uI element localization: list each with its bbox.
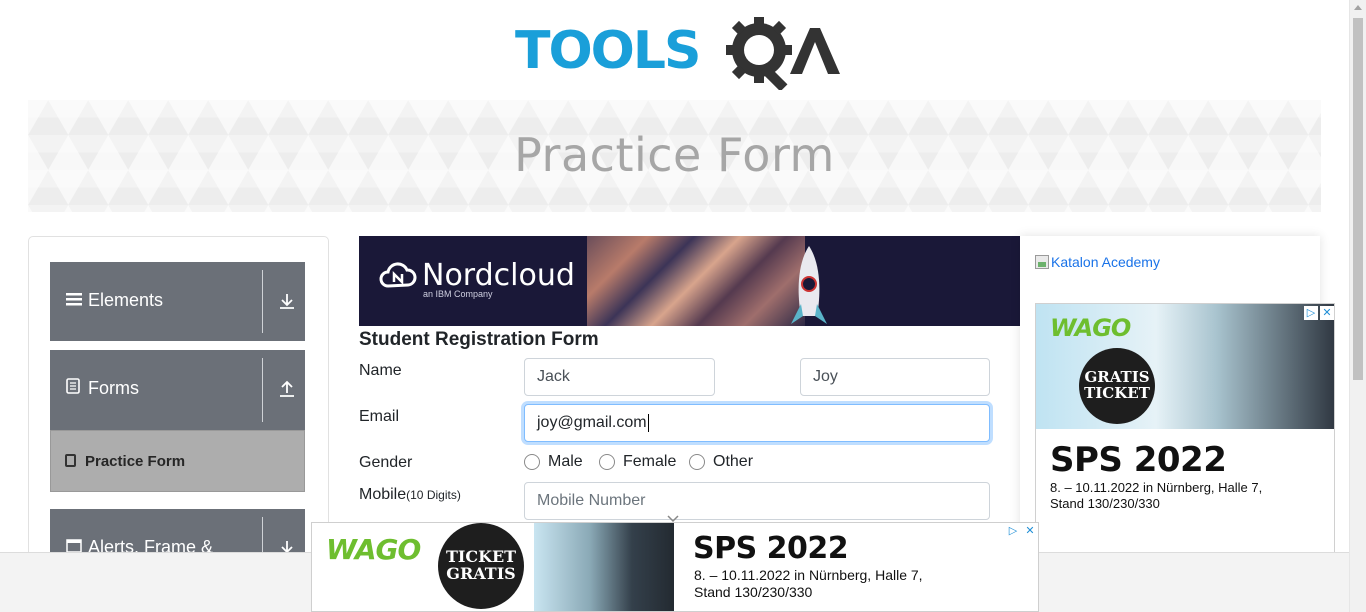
ticket-badge: GRATIS TICKET [1079, 348, 1155, 424]
mobile-hint: (10 Digits) [406, 488, 461, 502]
wago-logo: WAGO [326, 533, 421, 566]
adchoices-icon[interactable]: ▷ [1006, 524, 1020, 538]
svg-text:TOOLS: TOOLS [515, 21, 699, 81]
last-name-input[interactable]: Joy [800, 358, 990, 396]
email-label: Email [359, 408, 400, 425]
form-doc-icon [66, 378, 82, 399]
page-title: Practice Form [514, 128, 835, 182]
ad-line-2: Stand 130/230/330 [694, 584, 813, 600]
vertical-scrollbar[interactable] [1349, 0, 1366, 612]
wago-side-ad[interactable]: WAGO GRATIS TICKET SPS 2022 8. – 10.11.2… [1035, 303, 1335, 563]
sidebar-item-label: Practice Form [85, 453, 186, 470]
link-text: Katalon Acedemy [1051, 254, 1160, 270]
mobile-label: Mobile(10 Digits) [359, 486, 461, 504]
adchoices-icon[interactable]: ▷ [1304, 306, 1318, 320]
sidebar-group-label: Forms [88, 378, 139, 398]
mobile-label-text: Mobile [359, 486, 407, 503]
ad-title: SPS 2022 [693, 531, 849, 566]
wago-logo: WAGO [1050, 314, 1131, 342]
form-doc-icon [65, 454, 76, 467]
left-sidebar: Elements Forms Practice Form Alerts, Fra… [28, 236, 329, 566]
ad-line-1: 8. – 10.11.2022 in Nürnberg, Halle 7, [1050, 480, 1263, 495]
toolsqa-logo-graphic: TOOLS [515, 17, 840, 92]
radio-label: Female [623, 453, 677, 470]
radio-circle [524, 454, 540, 470]
gender-radio-female[interactable]: Female [599, 453, 676, 471]
radio-label: Other [713, 453, 754, 470]
scroll-up-icon[interactable] [1354, 5, 1362, 10]
wago-bottom-ad[interactable]: WAGO TICKET GRATIS SPS 2022 8. – 10.11.2… [311, 522, 1039, 612]
mobile-input[interactable]: Mobile Number [524, 482, 990, 520]
radio-circle [689, 454, 705, 470]
sidebar-group-label: Elements [88, 290, 164, 310]
form-title: Student Registration Form [359, 329, 599, 350]
sidebar-group-elements[interactable]: Elements [50, 262, 305, 341]
email-input[interactable]: joy@gmail.com [524, 404, 990, 442]
cloud-icon [379, 260, 417, 295]
gender-radio-male[interactable]: Male [524, 453, 583, 471]
upload-arrow-icon [278, 380, 296, 403]
scrollbar-thumb[interactable] [1353, 18, 1363, 380]
sidebar-item-practice-form[interactable]: Practice Form [50, 430, 305, 492]
gender-label: Gender [359, 454, 413, 471]
ad-subtitle: an IBM Company [423, 289, 493, 299]
page-banner: Practice Form [28, 100, 1321, 212]
divider [262, 270, 263, 333]
katalon-academy-link[interactable]: Katalon Acedemy [1035, 254, 1160, 270]
gender-radio-other[interactable]: Other [689, 453, 753, 471]
close-icon[interactable]: ✕ [1320, 306, 1334, 320]
crowd-photo [587, 236, 805, 326]
radio-label: Male [548, 453, 583, 470]
email-value: joy@gmail.com [537, 414, 647, 431]
nordcloud-ad[interactable]: Nordcloud an IBM Company [359, 236, 1020, 326]
rocket-icon [789, 244, 829, 326]
divider [262, 358, 263, 422]
broken-image-icon [1035, 255, 1049, 269]
radio-circle [599, 454, 615, 470]
ad-title: SPS 2022 [1050, 440, 1227, 480]
toolsqa-logo[interactable]: TOOLS [515, 16, 840, 92]
ad-brand: Nordcloud [422, 258, 575, 293]
ticket-badge: TICKET GRATIS [438, 523, 524, 609]
sidebar-group-forms[interactable]: Forms [50, 350, 305, 430]
ad-line-1: 8. – 10.11.2022 in Nürnberg, Halle 7, [694, 567, 923, 583]
first-name-input[interactable]: Jack [524, 358, 715, 396]
close-icon[interactable]: ✕ [1023, 524, 1037, 538]
hamburger-icon [66, 290, 82, 311]
download-arrow-icon [278, 292, 296, 315]
ad-line-2: Stand 130/230/330 [1050, 496, 1160, 511]
text-caret [647, 414, 649, 432]
ad-photo [534, 523, 674, 611]
name-label: Name [359, 362, 402, 379]
